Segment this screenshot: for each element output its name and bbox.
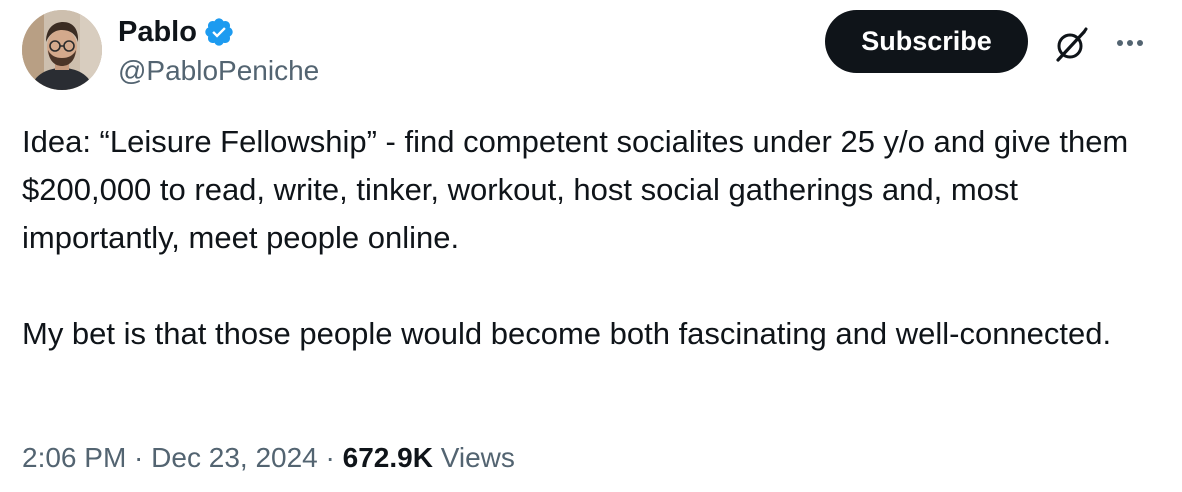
grok-slash-icon[interactable] — [1050, 24, 1092, 66]
tweet-date[interactable]: Dec 23, 2024 — [151, 442, 318, 473]
author-handle[interactable]: @PabloPeniche — [118, 52, 319, 90]
verified-badge-icon[interactable] — [203, 16, 235, 48]
tweet-paragraph: My bet is that those people would become… — [22, 316, 1112, 351]
tweet-card: Pablo @PabloPeniche Subscribe Idea: “Lei… — [0, 0, 1182, 492]
meta-separator: · — [126, 442, 152, 473]
views-count[interactable]: 672.9K — [343, 442, 433, 473]
tweet-meta: 2:06 PM · Dec 23, 2024 · 672.9K Views — [22, 438, 515, 478]
tweet-time[interactable]: 2:06 PM — [22, 442, 126, 473]
views-label: Views — [440, 442, 515, 473]
subscribe-button[interactable]: Subscribe — [825, 10, 1028, 73]
meta-separator: · — [317, 442, 343, 473]
author-display-name[interactable]: Pablo — [118, 12, 197, 52]
avatar-photo — [22, 10, 102, 90]
more-horizontal-icon[interactable] — [1112, 26, 1148, 62]
author-name-row[interactable]: Pablo — [118, 12, 235, 52]
tweet-text: Idea: “Leisure Fellowship” - find compet… — [22, 118, 1142, 358]
avatar[interactable] — [22, 10, 102, 90]
tweet-paragraph: Idea: “Leisure Fellowship” - find compet… — [22, 124, 1129, 255]
